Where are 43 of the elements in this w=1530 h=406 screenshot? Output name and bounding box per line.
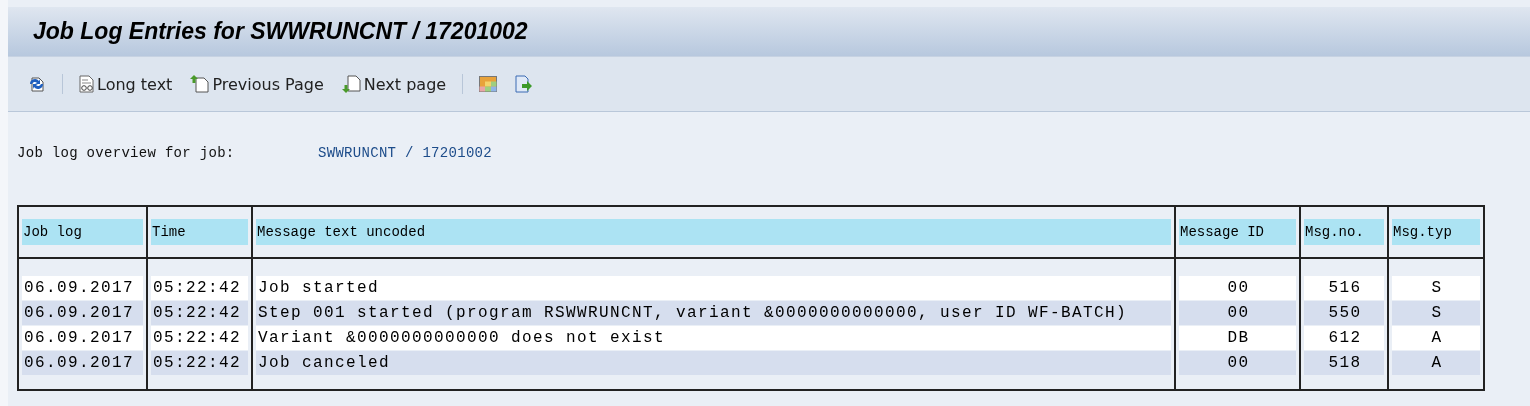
page-down-arrow-icon	[341, 75, 362, 93]
table-cell: Job started	[256, 276, 1171, 300]
table-cell: Job canceled	[256, 351, 1171, 375]
table-cell: 05:22:42	[151, 301, 248, 325]
grid-icon	[479, 76, 498, 92]
table-cell: 06.09.2017	[22, 276, 143, 300]
table-cell: 06.09.2017	[22, 301, 143, 325]
toolbar-button[interactable]: Long text	[77, 72, 175, 96]
toolbar-button[interactable]: Previous Page	[188, 72, 326, 96]
overview-label: Job log overview for job:	[17, 145, 236, 163]
column-header: Message ID	[1179, 219, 1296, 245]
table-cell: 06.09.2017	[22, 351, 143, 375]
page-up-arrow-icon	[190, 75, 211, 93]
table-cell: 550	[1304, 301, 1384, 325]
table-cell: S	[1392, 301, 1480, 325]
window-title: Job Log Entries for SWWRUNCNT / 17201002	[33, 18, 528, 45]
table-cell: 05:22:42	[151, 276, 248, 300]
table-cell: Variant &0000000000000 does not exist	[256, 326, 1171, 350]
table-cell: 00	[1179, 301, 1296, 325]
column-header: Message text uncoded	[256, 219, 1171, 245]
table-cell: S	[1392, 276, 1480, 300]
table-cell: 06.09.2017	[22, 326, 143, 350]
column-header: Time	[151, 219, 248, 245]
table-cell: A	[1392, 351, 1480, 375]
toolbar-icon-button[interactable]	[477, 74, 500, 94]
table-cell: 05:22:42	[151, 326, 248, 350]
refresh-icon	[28, 75, 46, 93]
table-cell: 612	[1304, 326, 1384, 350]
export-icon	[515, 75, 534, 93]
table-cell: 00	[1179, 276, 1296, 300]
document-glasses-icon	[79, 75, 95, 93]
table-cell: 516	[1304, 276, 1384, 300]
column-header: Job log	[22, 219, 143, 245]
table-cell: 518	[1304, 351, 1384, 375]
table-cell: A	[1392, 326, 1480, 350]
table-cell: DB	[1179, 326, 1296, 350]
column-header: Msg.no.	[1304, 219, 1384, 245]
table-cell: 05:22:42	[151, 351, 248, 375]
table-cell: Step 001 started (program RSWWRUNCNT, variant &0000000000000, user ID WF-BATCH)	[256, 301, 1171, 325]
toolbar-button[interactable]: Next page	[339, 72, 449, 96]
table-cell: 00	[1179, 351, 1296, 375]
job-name: SWWRUNCNT / 17201002	[318, 145, 493, 163]
column-header: Msg.typ	[1392, 219, 1480, 245]
